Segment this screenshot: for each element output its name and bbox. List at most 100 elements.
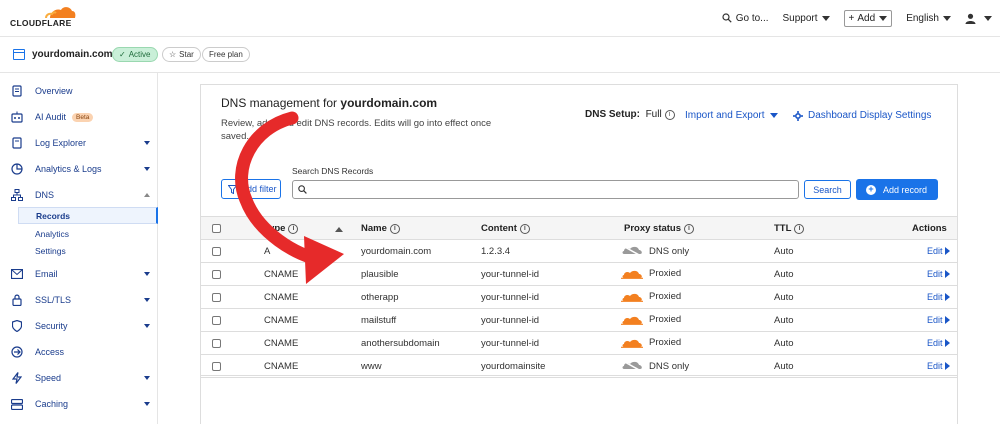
sidebar-item-label: Log Explorer bbox=[35, 138, 87, 148]
search-icon bbox=[298, 185, 307, 194]
select-all-checkbox[interactable] bbox=[212, 224, 221, 233]
row-checkbox[interactable] bbox=[212, 247, 221, 256]
access-icon bbox=[11, 346, 23, 358]
sidebar-item-overview[interactable]: Overview bbox=[0, 82, 158, 100]
table-row[interactable]: CNAME anothersubdomain your-tunnel-id Proxi… bbox=[201, 332, 957, 355]
edit-button[interactable]: Edit bbox=[927, 292, 950, 302]
chevron-right-icon bbox=[944, 316, 950, 324]
chevron-right-icon bbox=[944, 270, 950, 278]
sidebar-item-label: Analytics & Logs bbox=[35, 164, 102, 174]
table-row[interactable]: Ayourdomain.com 1.2.3.4 DNS only Auto Edit bbox=[201, 240, 957, 263]
edit-button[interactable]: Edit bbox=[927, 269, 950, 279]
column-header-content[interactable]: Content i bbox=[481, 223, 530, 234]
search-input[interactable] bbox=[292, 180, 799, 199]
cloudflare-logo[interactable]: CLOUDFLARE bbox=[10, 5, 76, 31]
column-header-name[interactable]: Name i bbox=[361, 223, 400, 234]
sidebar-subitem-records[interactable]: Records bbox=[18, 207, 158, 224]
table-row[interactable]: CNAME mailstuff your-tunnel-id Proxied Auto E… bbox=[201, 309, 957, 332]
language-menu[interactable]: English bbox=[906, 13, 951, 24]
table-row[interactable]: CNAME plausible your-tunnel-id Proxied Auto E… bbox=[201, 263, 957, 286]
chevron-down-icon bbox=[144, 141, 150, 145]
chevron-right-icon bbox=[944, 339, 950, 347]
goto-button[interactable]: Go to... bbox=[722, 13, 769, 24]
sidebar-item-ai-audit[interactable]: AI Audit Beta bbox=[0, 108, 158, 126]
sidebar-item-speed[interactable]: Speed bbox=[0, 369, 158, 387]
edit-button[interactable]: Edit bbox=[927, 315, 950, 325]
record-content: yourdomainsite bbox=[481, 361, 546, 372]
row-checkbox[interactable] bbox=[212, 270, 221, 279]
browser-window-icon bbox=[13, 49, 25, 60]
filter-icon bbox=[228, 184, 237, 194]
row-checkbox[interactable] bbox=[212, 339, 221, 348]
search-button[interactable]: Search bbox=[804, 180, 851, 199]
add-record-button[interactable]: + Add record bbox=[856, 179, 938, 200]
record-content: 1.2.3.4 bbox=[481, 246, 511, 257]
star-button[interactable]: ☆ Star bbox=[162, 47, 201, 62]
record-type: A bbox=[264, 246, 271, 257]
info-icon[interactable]: i bbox=[664, 109, 675, 120]
record-content: your-tunnel-id bbox=[481, 292, 540, 303]
row-checkbox[interactable] bbox=[212, 293, 221, 302]
dns-setup-label: DNS Setup: bbox=[585, 109, 640, 120]
chart-icon bbox=[11, 163, 23, 175]
add-label: Add bbox=[857, 12, 876, 24]
add-record-label: Add record bbox=[883, 184, 928, 195]
user-menu[interactable] bbox=[965, 13, 992, 24]
proxied-cloud-icon bbox=[621, 339, 643, 348]
header-label: TTL bbox=[774, 223, 792, 234]
support-menu[interactable]: Support bbox=[783, 13, 830, 24]
sidebar-item-label: Overview bbox=[35, 86, 73, 96]
language-label: English bbox=[906, 12, 939, 24]
sidebar-item-ssl-tls[interactable]: SSL/TLS bbox=[0, 291, 158, 309]
add-menu-button[interactable]: + Add bbox=[843, 9, 893, 27]
proxy-status-label: DNS only bbox=[649, 360, 690, 372]
record-content: your-tunnel-id bbox=[481, 315, 540, 326]
proxy-status: Proxied bbox=[621, 314, 681, 325]
sidebar-item-security[interactable]: Security bbox=[0, 317, 158, 335]
record-type: CNAME bbox=[264, 361, 299, 372]
table-footer-area bbox=[201, 375, 957, 424]
proxy-status-label: Proxied bbox=[649, 337, 682, 348]
chevron-down-icon bbox=[144, 167, 150, 171]
row-checkbox[interactable] bbox=[212, 316, 221, 325]
record-type: CNAME bbox=[264, 269, 299, 280]
sidebar-item-caching[interactable]: Caching bbox=[0, 395, 158, 413]
edit-label: Edit bbox=[927, 338, 943, 348]
edit-label: Edit bbox=[927, 269, 943, 279]
title-prefix: DNS management for bbox=[221, 96, 338, 110]
filter-label: Add filter bbox=[241, 184, 277, 194]
sort-ascending-icon[interactable] bbox=[335, 227, 343, 232]
plus-circle-icon: + bbox=[866, 184, 876, 195]
column-header-ttl[interactable]: TTL i bbox=[774, 223, 805, 234]
table-row[interactable]: CNAME otherapp your-tunnel-id Proxied Auto Ed… bbox=[201, 286, 957, 309]
header-label: Actions bbox=[912, 223, 947, 234]
edit-button[interactable]: Edit bbox=[927, 246, 950, 256]
chevron-right-icon bbox=[944, 247, 950, 255]
column-header-type[interactable]: Type i bbox=[264, 223, 299, 234]
email-icon bbox=[11, 268, 23, 280]
add-filter-button[interactable]: Add filter bbox=[221, 179, 281, 199]
sidebar-subitem-settings[interactable]: Settings bbox=[18, 242, 158, 259]
column-header-proxy-status[interactable]: Proxy status i bbox=[624, 223, 695, 234]
star-label: Star bbox=[179, 50, 194, 59]
record-type: CNAME bbox=[264, 292, 299, 303]
dns-icon bbox=[11, 189, 23, 201]
log-icon bbox=[11, 137, 23, 149]
sidebar-item-dns[interactable]: DNS bbox=[0, 186, 158, 204]
edit-label: Edit bbox=[927, 315, 943, 325]
sidebar-item-analytics-logs[interactable]: Analytics & Logs bbox=[0, 160, 158, 178]
dashboard-display-settings-link[interactable]: Dashboard Display Settings bbox=[793, 110, 931, 121]
search-label: Search DNS Records bbox=[292, 166, 374, 176]
import-export-menu[interactable]: Import and Export bbox=[685, 110, 779, 121]
info-icon: i bbox=[519, 223, 530, 234]
plan-badge[interactable]: Free plan bbox=[202, 47, 250, 62]
row-checkbox[interactable] bbox=[212, 362, 221, 371]
sidebar-item-email[interactable]: Email bbox=[0, 265, 158, 283]
edit-button[interactable]: Edit bbox=[927, 361, 950, 371]
edit-button[interactable]: Edit bbox=[927, 338, 950, 348]
sidebar-subitem-analytics[interactable]: Analytics bbox=[18, 225, 158, 242]
proxy-status-label: Proxied bbox=[649, 314, 682, 325]
zone-name[interactable]: yourdomain.com bbox=[32, 49, 113, 60]
sidebar-item-access[interactable]: Access bbox=[0, 343, 158, 361]
sidebar-item-log-explorer[interactable]: Log Explorer bbox=[0, 134, 158, 152]
